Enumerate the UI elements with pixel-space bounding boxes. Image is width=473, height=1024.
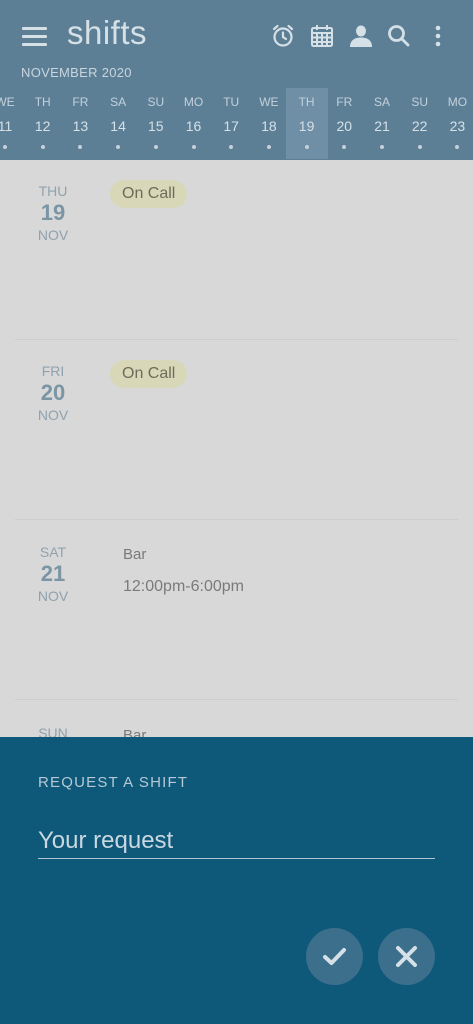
shift-name: Bar	[123, 546, 147, 563]
week-day-weekday: TH	[34, 95, 51, 109]
week-day-weekday: TU	[223, 95, 240, 109]
week-day-weekday: SU	[147, 95, 165, 109]
event-dot-icon	[78, 145, 83, 149]
calendar-icon[interactable]	[309, 23, 335, 49]
week-day-12[interactable]: TH 12	[22, 88, 64, 159]
schedule-list: THU 19 NOV On Call FRI 20 NOV On Call SA…	[0, 160, 473, 737]
week-day-weekday: MO	[447, 95, 468, 109]
week-day-number: 20	[336, 118, 353, 134]
date-block: THU 19 NOV	[22, 183, 84, 243]
date-block: FRI 20 NOV	[22, 363, 84, 423]
week-strip: WE 11 TH 12 FR 13 SA 14 SU 15 MO 16 TU 17 WE 18 TH 19 FR 20…	[0, 88, 473, 160]
week-day-number: 19	[298, 118, 315, 134]
more-vert-icon[interactable]	[425, 23, 451, 49]
week-day-16[interactable]: MO 16	[173, 88, 215, 159]
confirm-button[interactable]	[306, 928, 363, 985]
date-day: 20	[40, 380, 66, 405]
event-dot-icon	[116, 145, 121, 149]
week-day-number: 18	[261, 118, 277, 134]
date-day: 21	[40, 561, 66, 586]
close-icon	[396, 946, 417, 967]
date-block: SAT 21 NOV	[22, 544, 84, 604]
alarm-clock-icon[interactable]	[270, 23, 296, 49]
date-month: NOV	[37, 407, 69, 423]
app-header: shifts NOVEMBER 2020 WE 11 TH 12 FR 13 S…	[0, 0, 473, 160]
date-weekday: THU	[38, 183, 68, 199]
week-day-number: 22	[411, 118, 428, 134]
date-weekday: SUN	[38, 725, 68, 737]
shift-name: Bar	[123, 727, 147, 737]
schedule-row-thu-19[interactable]: THU 19 NOV On Call	[0, 160, 473, 340]
date-month: NOV	[37, 227, 69, 243]
event-dot-icon	[229, 145, 234, 149]
week-day-number: 17	[223, 118, 239, 134]
event-dot-icon	[3, 145, 7, 149]
person-icon[interactable]	[348, 23, 374, 49]
week-day-weekday: SU	[411, 95, 429, 109]
on-call-badge[interactable]: On Call	[110, 180, 188, 208]
week-day-number: 21	[374, 118, 390, 134]
week-day-number: 13	[72, 118, 89, 134]
date-block: SUN	[22, 725, 84, 737]
date-day: 19	[40, 200, 66, 225]
week-day-number: 12	[34, 118, 51, 134]
week-day-weekday: MO	[183, 95, 204, 109]
menu-icon[interactable]	[18, 22, 52, 52]
week-day-weekday: FR	[336, 95, 353, 109]
event-dot-icon	[40, 145, 45, 149]
week-day-number: 16	[185, 118, 202, 134]
event-dot-icon	[153, 145, 158, 149]
week-day-22[interactable]: SU 22	[399, 88, 441, 159]
week-day-number: 23	[449, 118, 466, 134]
week-day-18[interactable]: WE 18	[248, 88, 290, 159]
schedule-row-sun[interactable]: SUN Bar	[0, 700, 473, 737]
check-icon	[323, 948, 346, 965]
week-day-weekday: SA	[110, 95, 127, 109]
week-day-23[interactable]: MO 23	[436, 88, 473, 159]
week-day-number: 14	[110, 118, 126, 134]
date-weekday: FRI	[41, 363, 65, 379]
date-weekday: SAT	[39, 544, 67, 560]
week-day-number: 15	[148, 118, 164, 134]
sheet-title: REQUEST A SHIFT	[38, 774, 189, 791]
shift-time: 12:00pm-6:00pm	[123, 578, 244, 595]
month-label: NOVEMBER 2020	[21, 65, 132, 80]
request-shift-sheet: REQUEST A SHIFT	[0, 737, 473, 1024]
search-icon[interactable]	[386, 23, 412, 49]
week-day-13[interactable]: FR 13	[59, 88, 101, 159]
week-day-weekday: WE	[259, 95, 279, 109]
week-day-19[interactable]: TH 19	[285, 88, 328, 159]
week-day-15[interactable]: SU 15	[135, 88, 177, 159]
week-day-weekday: FR	[72, 95, 89, 109]
app-title: shifts	[67, 14, 148, 51]
event-dot-icon	[417, 145, 422, 149]
week-day-14[interactable]: SA 14	[97, 88, 139, 159]
week-day-weekday: SA	[373, 95, 390, 109]
event-dot-icon	[342, 145, 347, 149]
event-dot-icon	[304, 145, 309, 149]
cancel-button[interactable]	[378, 928, 435, 985]
week-day-weekday: TH	[298, 95, 315, 109]
event-dot-icon	[455, 145, 460, 149]
week-day-21[interactable]: SA 21	[361, 88, 403, 159]
date-month: NOV	[37, 588, 69, 604]
event-dot-icon	[191, 145, 196, 149]
event-dot-icon	[380, 145, 384, 149]
week-day-20[interactable]: FR 20	[323, 88, 365, 159]
week-day-17[interactable]: TU 17	[210, 88, 252, 159]
on-call-badge[interactable]: On Call	[110, 360, 188, 388]
request-input[interactable]	[38, 823, 435, 859]
schedule-row-fri-20[interactable]: FRI 20 NOV On Call	[0, 340, 473, 520]
schedule-row-sat-21[interactable]: SAT 21 NOV Bar 12:00pm-6:00pm	[0, 520, 473, 700]
event-dot-icon	[266, 145, 271, 149]
